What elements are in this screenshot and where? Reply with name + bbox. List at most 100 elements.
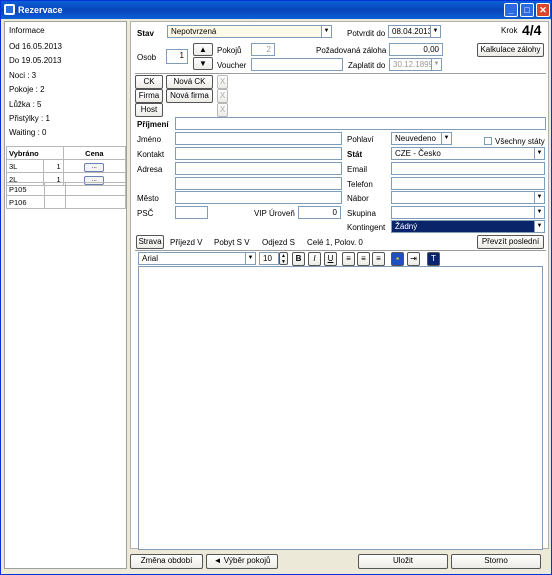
persons-up-button[interactable]: ▲ — [193, 43, 213, 56]
price-button[interactable]: ... — [84, 162, 105, 172]
state-value: CZE - Česko — [395, 149, 441, 158]
ck-button[interactable]: CK — [135, 75, 163, 89]
notes-editor[interactable] — [138, 266, 543, 550]
gender-value: Neuvedeno — [395, 134, 436, 143]
divider — [135, 250, 546, 251]
board-button[interactable]: Strava — [136, 235, 164, 249]
company-button[interactable]: Firma — [135, 89, 163, 103]
table-row[interactable]: 3L 1... — [6, 159, 127, 173]
window-title: Rezervace — [18, 5, 63, 15]
close-icon[interactable]: ✕ — [536, 3, 550, 17]
surname-label: Příjmení — [137, 120, 169, 129]
info-nights: Noci : 3 — [9, 71, 37, 80]
confirm-by-value: 08.04.2013 — [392, 27, 433, 36]
divider — [135, 73, 546, 74]
font-size-spinner[interactable]: ▲ ▼ — [279, 252, 288, 265]
contact-label: Kontakt — [137, 150, 165, 159]
pay-by-date[interactable]: 30.12.1899 ▼ — [389, 58, 442, 71]
persons-field[interactable]: 1 — [166, 49, 188, 64]
info-to: Do 19.05.2013 — [9, 56, 62, 65]
vip-field[interactable]: 0 — [298, 206, 341, 219]
chevron-down-icon: ▼ — [534, 221, 544, 232]
persons-down-button[interactable]: ▼ — [193, 57, 213, 70]
step-value: 4/4 — [522, 22, 542, 38]
chevron-down-icon: ▼ — [534, 192, 544, 203]
phone-field[interactable] — [391, 177, 545, 190]
cancel-button[interactable]: Storno — [451, 554, 541, 569]
voucher-field[interactable] — [251, 58, 343, 71]
bullets-icon[interactable]: ▪ — [391, 252, 404, 266]
minimize-icon[interactable]: _ — [504, 3, 518, 17]
col-price: Cena — [62, 146, 127, 160]
chevron-down-icon: ▼ — [245, 253, 255, 264]
select-rooms-button[interactable]: ◄ Výběr pokojů — [206, 554, 278, 569]
bold-button[interactable]: B — [292, 252, 305, 266]
align-right-icon[interactable]: ≡ — [372, 252, 385, 266]
contact-field[interactable] — [175, 147, 342, 160]
new-company-button[interactable]: Nová firma — [166, 89, 213, 103]
chevron-down-icon: ▼ — [441, 133, 451, 144]
address-label: Adresa — [137, 165, 163, 174]
font-size-field[interactable]: 10 — [259, 252, 279, 265]
align-center-icon[interactable]: ≡ — [357, 252, 370, 266]
departure-text: Odjezd S — [262, 238, 295, 247]
room-list: P105 P106 — [6, 182, 126, 209]
list-item[interactable]: P106 — [6, 195, 126, 209]
chevron-down-icon: ▼ — [534, 148, 544, 159]
all-states-checkbox[interactable] — [484, 137, 492, 145]
rooms-label: Pokojů — [217, 46, 242, 55]
align-left-icon[interactable]: ≡ — [342, 252, 355, 266]
persons-label: Osob — [137, 53, 157, 62]
text-color-icon[interactable]: T — [427, 252, 440, 266]
italic-button[interactable]: I — [308, 252, 321, 266]
change-period-button[interactable]: Změna období — [130, 554, 203, 569]
pay-by-label: Zaplatit do — [348, 61, 386, 70]
clear-ck-button[interactable]: X — [217, 75, 228, 89]
font-select[interactable]: Arial ▼ — [138, 252, 256, 265]
reservation-form: Stav Nepotvrzená ▼ Potvrdit do 08.04.2013… — [130, 21, 549, 550]
info-waiting: Waiting : 0 — [9, 128, 47, 137]
email-field[interactable] — [391, 162, 545, 175]
arrow-left-icon: ◄ — [213, 556, 224, 565]
quota-select[interactable]: Žádný ▼ — [391, 220, 545, 233]
state-select[interactable]: CZE - Česko ▼ — [391, 147, 545, 160]
info-rooms: Pokoje : 2 — [9, 85, 45, 94]
guest-button[interactable]: Host — [135, 103, 163, 117]
take-last-button[interactable]: Převzít poslední — [477, 235, 544, 249]
city-field[interactable] — [175, 191, 342, 204]
vip-label: VIP Úroveň — [254, 209, 295, 218]
board-summary: Celé 1, Polov. 0 — [307, 238, 363, 247]
status-select[interactable]: Nepotvrzená ▼ — [167, 25, 332, 38]
indent-icon[interactable]: ⇥ — [407, 252, 420, 266]
clear-guest-button[interactable]: X — [217, 103, 228, 117]
address-field-1[interactable] — [175, 162, 342, 175]
recruitment-label: Nábor — [347, 194, 369, 203]
firstname-label: Jméno — [137, 135, 162, 144]
step-label: Krok — [501, 26, 518, 35]
maximize-icon[interactable]: □ — [520, 3, 534, 17]
reservation-window: Rezervace _ □ ✕ Informace Od 16.05.2013 … — [0, 0, 552, 575]
zip-field[interactable] — [175, 206, 208, 219]
list-item[interactable]: P105 — [6, 182, 126, 196]
underline-button[interactable]: U — [324, 252, 337, 266]
save-button[interactable]: Uložit — [358, 554, 448, 569]
recruitment-select[interactable]: ▼ — [391, 191, 545, 204]
firstname-field[interactable] — [175, 132, 342, 145]
row-count: 1 — [42, 159, 64, 173]
deposit-field[interactable]: 0,00 — [389, 43, 443, 56]
select-rooms-label: Výběr pokojů — [223, 556, 271, 565]
confirm-by-date[interactable]: 08.04.2013 ▼ — [388, 25, 441, 38]
address-field-2[interactable] — [175, 177, 342, 190]
group-select[interactable]: ▼ — [391, 206, 545, 219]
gender-select[interactable]: Neuvedeno ▼ — [391, 132, 452, 145]
state-label: Stát — [347, 150, 363, 159]
clear-company-button[interactable]: X — [217, 89, 228, 103]
deposit-calc-button[interactable]: Kalkulace zálohy — [477, 43, 544, 57]
new-ck-button[interactable]: Nová CK — [166, 75, 213, 89]
col-selected: Vybráno — [6, 146, 64, 160]
surname-field[interactable] — [175, 117, 546, 130]
info-panel: Informace Od 16.05.2013 Do 19.05.2013 No… — [4, 21, 127, 569]
info-heading: Informace — [9, 26, 45, 35]
status-label: Stav — [137, 29, 154, 38]
selected-rooms-table: Vybráno Cena 3L 1... 2L 1... — [6, 146, 127, 186]
